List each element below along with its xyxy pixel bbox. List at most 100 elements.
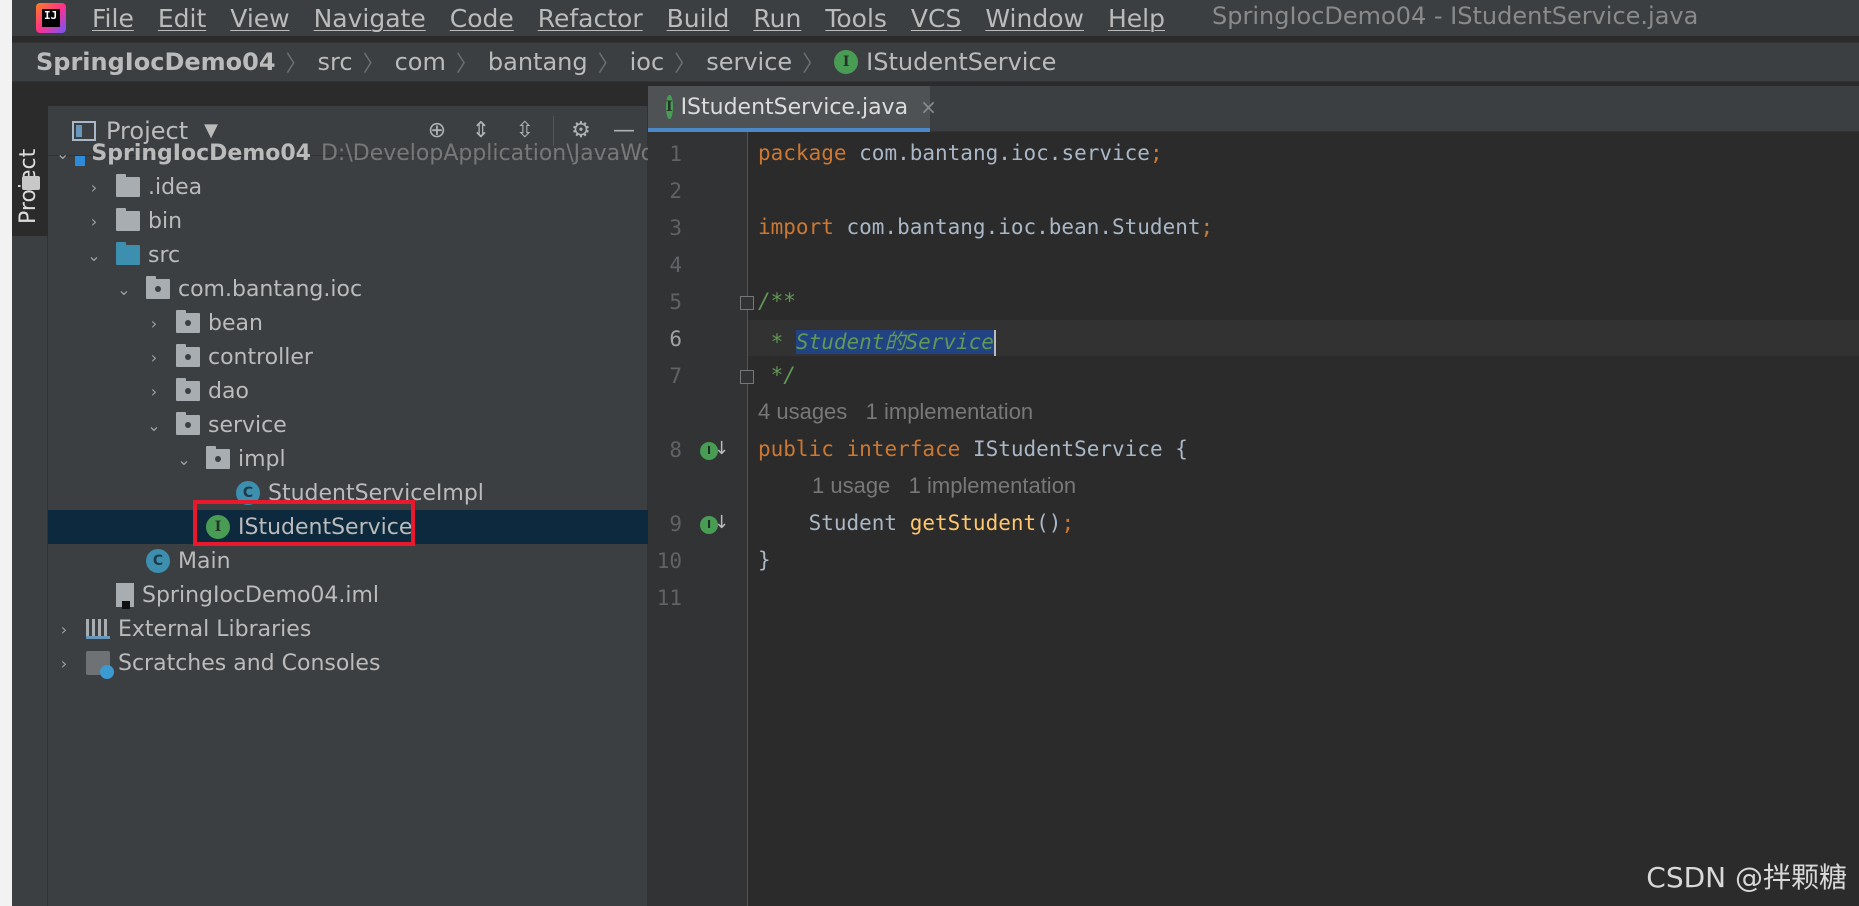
breadcrumb-ioc[interactable]: ioc <box>630 48 665 76</box>
breadcrumb-project[interactable]: SpringIocDemo04 <box>36 48 276 76</box>
line-number: 11 <box>656 586 682 610</box>
package-icon <box>176 344 200 367</box>
tree-node-external-libraries[interactable]: › External Libraries <box>48 612 648 646</box>
tree-node-src[interactable]: ⌄ src <box>48 238 648 272</box>
line-number: 4 <box>669 253 682 277</box>
line-number: 9 <box>669 512 682 536</box>
menu-navigate[interactable]: Navigate <box>314 4 426 33</box>
chevron-down-icon[interactable]: ⌄ <box>116 280 132 299</box>
tree-node-label: External Libraries <box>118 616 312 642</box>
menu-code[interactable]: Code <box>450 4 514 33</box>
code-line-6[interactable]: * Student的Service <box>758 326 996 356</box>
breadcrumb-service[interactable]: service <box>706 48 792 76</box>
tree-node-scratches[interactable]: › Scratches and Consoles <box>48 646 648 680</box>
keyword-token: import <box>758 215 834 239</box>
code-line-9[interactable]: Student getStudent(); <box>758 511 1075 535</box>
code-line-3[interactable]: import com.bantang.ioc.bean.Student; <box>758 215 1213 239</box>
package-icon <box>176 412 200 435</box>
menu-tools[interactable]: Tools <box>825 4 887 33</box>
semicolon-token: ; <box>1200 215 1214 239</box>
menu-help[interactable]: Help <box>1108 4 1165 33</box>
package-icon <box>206 446 230 469</box>
tree-node-controller[interactable]: › controller <box>48 340 648 374</box>
usages-inlay-hint[interactable]: 4 usages 1 implementation <box>758 399 1033 425</box>
tree-node-bin[interactable]: › bin <box>48 204 648 238</box>
arrow-down-icon: ↓ <box>714 438 730 459</box>
tree-node-label: src <box>148 242 181 268</box>
source-folder-icon <box>116 242 140 265</box>
menu-window[interactable]: Window <box>985 4 1084 33</box>
chevron-down-icon[interactable]: ⌄ <box>176 450 192 469</box>
breadcrumb-separator-icon: 〉 <box>362 52 385 77</box>
code-line-1[interactable]: package com.bantang.ioc.service; <box>758 141 1163 165</box>
tree-node-label: dao <box>208 378 249 404</box>
line-number: 3 <box>669 216 682 240</box>
scratch-icon <box>86 651 114 679</box>
tree-node-bean[interactable]: › bean <box>48 306 648 340</box>
chevron-down-icon[interactable]: ⌄ <box>146 416 162 435</box>
iml-file-icon <box>116 583 134 609</box>
tree-node-path: D:\DevelopApplication\JavaWorkSp <box>320 140 704 166</box>
fold-marker-icon[interactable] <box>740 296 754 310</box>
comment-token: * <box>758 330 796 354</box>
menu-vcs[interactable]: VCS <box>911 4 961 33</box>
line-number: 7 <box>669 364 682 388</box>
menu-refactor[interactable]: Refactor <box>538 4 643 33</box>
menu-build[interactable]: Build <box>667 4 730 33</box>
chevron-right-icon[interactable]: › <box>146 348 162 367</box>
chevron-down-icon[interactable]: ⌄ <box>86 246 102 265</box>
annotation-highlight-box <box>193 500 415 546</box>
tree-node-project-root[interactable]: ⌄ SpringIocDemo04 D:\DevelopApplication\… <box>48 136 704 170</box>
tree-node-label: .idea <box>148 174 203 200</box>
tree-node-com-bantang-ioc[interactable]: ⌄ com.bantang.ioc <box>48 272 648 306</box>
chevron-right-icon[interactable]: › <box>86 178 102 197</box>
project-tool-tab[interactable]: Project <box>12 106 48 236</box>
code-line-10[interactable]: } <box>758 548 771 572</box>
tree-node-label: service <box>208 412 287 438</box>
usages-inlay-hint[interactable]: 1 usage 1 implementation <box>812 473 1076 499</box>
tree-node-dao[interactable]: › dao <box>48 374 648 408</box>
breadcrumb-separator-icon: 〉 <box>285 52 308 77</box>
breadcrumb-src[interactable]: src <box>318 48 353 76</box>
breadcrumb-istudentservice[interactable]: IStudentService <box>866 48 1056 76</box>
breadcrumb-separator-icon: 〉 <box>597 52 620 77</box>
semicolon-token: ; <box>1061 511 1075 535</box>
close-icon[interactable]: × <box>920 95 937 119</box>
tree-node-label: bin <box>148 208 183 234</box>
chevron-right-icon[interactable]: › <box>146 314 162 333</box>
menu-run[interactable]: Run <box>753 4 801 33</box>
arrow-down-icon: ↓ <box>714 512 730 533</box>
tree-node-idea[interactable]: › .idea <box>48 170 648 204</box>
tree-node-iml-file[interactable]: SpringIocDemo04.iml <box>48 578 648 612</box>
code-token: () <box>1036 511 1062 535</box>
menu-view[interactable]: View <box>230 4 289 33</box>
editor-tab-istudentservice[interactable]: I IStudentService.java × <box>648 86 937 132</box>
method-token: getStudent <box>909 511 1037 535</box>
class-icon: C <box>146 549 170 573</box>
code-editor: I IStudentService.java × 1 2 3 4 5 6 7 8… <box>648 86 1859 906</box>
window-title: SpringIocDemo04 - IStudentService.java <box>1212 2 1699 30</box>
menu-bar: IJ File Edit View Navigate Code Refactor… <box>12 0 1859 36</box>
menu-edit[interactable]: Edit <box>158 4 206 33</box>
chevron-down-icon[interactable]: ⌄ <box>56 144 69 163</box>
code-line-5[interactable]: /** <box>758 289 796 313</box>
fold-marker-icon[interactable] <box>740 370 754 384</box>
code-line-7[interactable]: */ <box>758 363 796 387</box>
tree-node-main[interactable]: C Main <box>48 544 648 578</box>
code-line-8[interactable]: public interface IStudentService { <box>758 437 1188 461</box>
tree-node-label: controller <box>208 344 313 370</box>
interface-icon: I <box>666 95 673 119</box>
tree-node-impl[interactable]: ⌄ impl <box>48 442 648 476</box>
editor-tab-label: IStudentService.java <box>680 94 909 120</box>
tree-node-label: bean <box>208 310 263 336</box>
code-token: com.bantang.ioc.service <box>846 141 1150 165</box>
chevron-right-icon[interactable]: › <box>56 654 72 673</box>
chevron-right-icon[interactable]: › <box>56 620 72 639</box>
tree-node-service[interactable]: ⌄ service <box>48 408 648 442</box>
menu-file[interactable]: File <box>92 4 134 33</box>
breadcrumb-bantang[interactable]: bantang <box>488 48 588 76</box>
chevron-right-icon[interactable]: › <box>86 212 102 231</box>
chevron-right-icon[interactable]: › <box>146 382 162 401</box>
breadcrumb-com[interactable]: com <box>395 48 446 76</box>
folder-icon <box>22 176 40 190</box>
